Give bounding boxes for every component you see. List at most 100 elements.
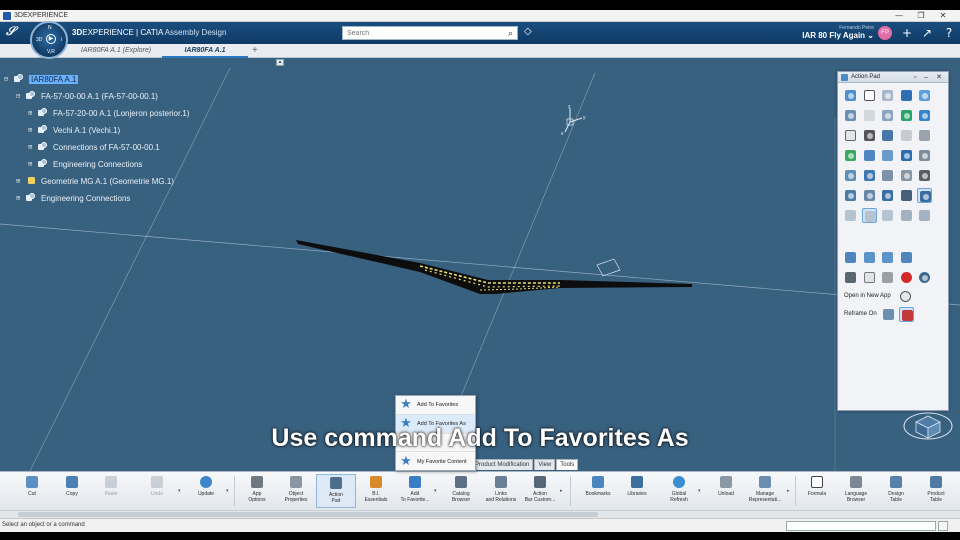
ds-logo-icon[interactable]: 𝒮 bbox=[6, 24, 26, 42]
gears-icon[interactable] bbox=[899, 168, 914, 183]
repeat-icon[interactable] bbox=[917, 188, 932, 203]
undo-dropdown-icon[interactable]: ▾ bbox=[178, 488, 181, 494]
action-pad-header[interactable]: Action Pad ▫ – ✕ bbox=[838, 72, 948, 83]
global-refresh-button[interactable]: Global Refresh bbox=[659, 474, 699, 508]
axis-triad-icon[interactable]: z y x bbox=[556, 104, 590, 138]
avatar[interactable]: FP bbox=[878, 26, 892, 40]
tree-node[interactable]: ⊞ FA-57-20-00 A.1 (Lonjeron posterior.1) bbox=[28, 106, 190, 120]
action-pad-button[interactable]: Action Pad bbox=[316, 474, 356, 508]
tree-toggle-icon[interactable]: ⊟ bbox=[4, 75, 12, 83]
tree-node[interactable]: ⊞ Geometrie MG A.1 (Geometrie MG.1) bbox=[16, 174, 174, 188]
play-icon[interactable]: ▶ bbox=[46, 34, 56, 44]
bi-essentials-button[interactable]: B.I. Essentials bbox=[356, 474, 396, 508]
action-bar-customization-button[interactable]: Action Bar Custom... bbox=[520, 474, 560, 508]
tab-explore[interactable]: IAR80FA A.1 (Explore) bbox=[76, 44, 156, 58]
bucket-icon[interactable] bbox=[899, 148, 914, 163]
assembly-icon[interactable] bbox=[843, 88, 858, 103]
close-button[interactable]: ✕ bbox=[932, 10, 954, 22]
command-options-button[interactable] bbox=[938, 521, 948, 531]
tree-toggle-icon[interactable]: ⊟ bbox=[16, 92, 24, 100]
snap-icon[interactable] bbox=[880, 188, 895, 203]
tree-node[interactable]: ⊞ Vechi A.1 (Vechi.1) bbox=[28, 123, 120, 137]
tree-node-label[interactable]: Vechi A.1 (Vechi.1) bbox=[53, 126, 120, 135]
user-info[interactable]: Fernando Petre IAR 80 Fly Again ⌄ bbox=[790, 25, 874, 40]
customize-dropdown-icon[interactable]: ▸ bbox=[560, 488, 563, 494]
list-icon[interactable] bbox=[862, 270, 877, 285]
links-and-relations-button[interactable]: Links and Relations bbox=[481, 474, 521, 508]
design-table-button[interactable]: Design Table bbox=[876, 474, 916, 508]
collab-space[interactable]: IAR 80 Fly Again ⌄ bbox=[790, 31, 874, 40]
reframe-on-icon[interactable] bbox=[899, 307, 914, 322]
maximize-button[interactable]: ❐ bbox=[910, 10, 932, 22]
cube-view-4-icon[interactable] bbox=[899, 250, 914, 265]
cylinder-view-3-icon[interactable] bbox=[880, 208, 895, 223]
add-tab-icon[interactable]: + bbox=[252, 44, 258, 58]
brush-icon[interactable] bbox=[843, 270, 858, 285]
share-icon[interactable]: ↗ bbox=[920, 26, 934, 40]
formula-button[interactable]: Formula bbox=[797, 474, 837, 508]
undo-button[interactable]: Undo bbox=[137, 474, 177, 508]
tree-toggle-icon[interactable]: ⊞ bbox=[28, 143, 36, 151]
tree-node-label[interactable]: FA-57-20-00 A.1 (Lonjeron posterior.1) bbox=[53, 109, 190, 118]
measure-icon[interactable] bbox=[880, 128, 895, 143]
action-pad-window-buttons[interactable]: ▫ – ✕ bbox=[914, 72, 945, 83]
cylinder-view-1-icon[interactable] bbox=[843, 208, 858, 223]
scene-icon[interactable] bbox=[917, 88, 932, 103]
3d-viewport[interactable]: ▴ ⊟ IAR80FA A.1 ⊟ FA-57-00-00 A.1 (FA-57… bbox=[0, 58, 960, 471]
cut-button[interactable]: Cut bbox=[12, 474, 52, 508]
tree-toggle-icon[interactable]: ⊞ bbox=[28, 160, 36, 168]
reframe-list-icon[interactable] bbox=[881, 307, 896, 322]
tree-node[interactable]: ⊟ FA-57-00-00 A.1 (FA-57-00-00.1) bbox=[16, 89, 158, 103]
tree-toggle-icon[interactable]: ⊞ bbox=[28, 126, 36, 134]
minimize-button[interactable]: — bbox=[888, 10, 910, 22]
tree-node[interactable]: ⊞ Engineering Connections bbox=[16, 191, 130, 205]
record-icon[interactable] bbox=[899, 270, 914, 285]
product-table-button[interactable]: Product Table bbox=[916, 474, 956, 508]
language-browser-button[interactable]: Language Browser bbox=[836, 474, 876, 508]
tree-toggle-icon[interactable]: ⊞ bbox=[28, 109, 36, 117]
part-icon[interactable] bbox=[843, 108, 858, 123]
tab-tools[interactable]: Tools bbox=[556, 459, 579, 470]
cylinder-icon[interactable] bbox=[880, 108, 895, 123]
explode-icon[interactable] bbox=[843, 168, 858, 183]
command-input[interactable] bbox=[786, 521, 936, 531]
constraint-icon[interactable] bbox=[862, 168, 877, 183]
tag-icon[interactable]: ◇ bbox=[524, 26, 536, 38]
tree-node-label[interactable]: Geometrie MG A.1 (Geometrie MG.1) bbox=[41, 177, 174, 186]
search-icon[interactable]: ⌕ bbox=[508, 28, 513, 39]
action-pad-panel[interactable]: Action Pad ▫ – ✕ Open in New App Reframe… bbox=[837, 71, 949, 411]
cylinder-view-2-icon[interactable] bbox=[861, 208, 877, 223]
checklist-icon[interactable] bbox=[880, 148, 895, 163]
cube-view-1-icon[interactable] bbox=[843, 250, 858, 265]
rotate-icon[interactable] bbox=[917, 108, 932, 123]
tree-node-label[interactable]: Engineering Connections bbox=[41, 194, 130, 203]
tree-node-label[interactable]: IAR80FA A.1 bbox=[29, 74, 79, 84]
tree-toggle-icon[interactable]: ⊞ bbox=[16, 177, 24, 185]
tab-view[interactable]: View bbox=[534, 459, 556, 470]
cube-view-2-icon[interactable] bbox=[862, 250, 877, 265]
open-in-new-app-icon[interactable] bbox=[898, 289, 913, 304]
pipette-icon[interactable] bbox=[917, 128, 932, 143]
select-box-icon[interactable] bbox=[899, 188, 914, 203]
group-icon[interactable] bbox=[862, 188, 877, 203]
tree-node-label[interactable]: Engineering Connections bbox=[53, 160, 142, 169]
tab-product-modification[interactable]: Product Modification bbox=[471, 459, 534, 470]
tree-node-root[interactable]: ⊟ IAR80FA A.1 bbox=[4, 72, 79, 86]
cylinder-view-5-icon[interactable] bbox=[917, 208, 932, 223]
add-icon[interactable]: + bbox=[900, 26, 914, 40]
action-bar-scrollbar[interactable] bbox=[0, 510, 960, 518]
tree-collapse-button[interactable]: ▴ bbox=[276, 59, 284, 66]
tab-active-document[interactable]: IAR80FA A.1 bbox=[162, 44, 248, 58]
scrollbar-thumb[interactable] bbox=[18, 512, 598, 517]
refresh-dropdown-icon[interactable]: ▾ bbox=[698, 488, 701, 494]
representations-dropdown-icon[interactable]: ▸ bbox=[787, 488, 790, 494]
camera-icon[interactable] bbox=[917, 168, 932, 183]
stop-icon[interactable] bbox=[880, 270, 895, 285]
user-icon[interactable] bbox=[862, 128, 877, 143]
copy-button[interactable]: Copy bbox=[52, 474, 92, 508]
libraries-button[interactable]: Libraries bbox=[617, 474, 657, 508]
update-button[interactable]: Update bbox=[186, 474, 226, 508]
unload-button[interactable]: Unload bbox=[706, 474, 746, 508]
globe-icon[interactable] bbox=[917, 270, 932, 285]
app-options-button[interactable]: App Options bbox=[237, 474, 277, 508]
